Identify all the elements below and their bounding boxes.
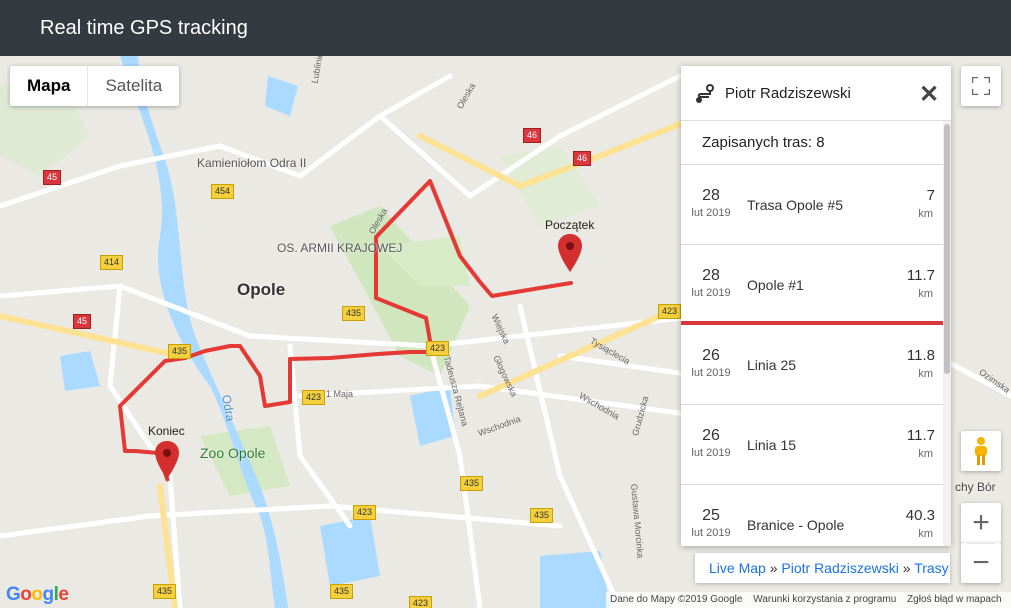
route-day: 28 (702, 187, 720, 204)
city-label: Opole (237, 280, 286, 299)
fullscreen-button[interactable] (961, 66, 1001, 106)
road-shield: 45 (43, 170, 62, 185)
saved-routes-count: Zapisanych tras: 8 (681, 121, 943, 165)
road-shield: 414 (100, 255, 124, 270)
map-data-credit: Dane do Mapy ©2019 Google (610, 594, 743, 605)
route-distance: 7 (926, 187, 935, 204)
street-view-button[interactable] (961, 431, 1001, 471)
route-month: lut 2019 (691, 527, 731, 539)
start-marker-icon[interactable] (558, 234, 582, 272)
app-title: Real time GPS tracking (40, 17, 248, 39)
panel-header: Piotr Radziszewski ✕ (681, 66, 951, 121)
road-shield: 423 (426, 341, 450, 356)
map-canvas[interactable]: Opole Kamieniołom Odra II OS. ARMII KRAJ… (0, 56, 1011, 608)
route-unit: km (918, 528, 933, 540)
road-shield: 435 (168, 344, 192, 359)
breadcrumb-routes[interactable]: Trasy (914, 560, 948, 576)
place-label-armia: OS. ARMII KRAJOWEJ (277, 241, 403, 255)
route-month: lut 2019 (691, 207, 731, 219)
zoom-out-button[interactable]: − (961, 543, 1001, 583)
road-shield: 423 (658, 304, 682, 319)
route-month: lut 2019 (691, 367, 731, 379)
route-distance: 11.8 (906, 347, 935, 364)
zoom-divider (967, 543, 995, 544)
route-panel: Piotr Radziszewski ✕ Zapisanych tras: 8 … (681, 66, 951, 546)
road-shield: 435 (342, 306, 366, 321)
route-unit: km (918, 288, 933, 300)
scrollbar-thumb[interactable] (944, 124, 950, 374)
route-day: 26 (702, 427, 720, 444)
route-name: Linia 25 (747, 357, 797, 373)
route-row[interactable]: 26 lut 2019 Linia 25 11.8 km (681, 325, 943, 405)
road-shield: 435 (153, 584, 177, 599)
place-label-chuchy: chy Bór (955, 480, 996, 494)
road-shield: 45 (73, 314, 92, 329)
road-shield: 454 (211, 184, 235, 199)
breadcrumb-user[interactable]: Piotr Radziszewski (781, 560, 898, 576)
route-name: Linia 15 (747, 437, 797, 453)
breadcrumb-live-map[interactable]: Live Map (709, 560, 766, 576)
route-list[interactable]: 28 lut 2019 Trasa Opole #5 7 km 28 lut 2019 Opo… (681, 165, 943, 546)
zoom-in-button[interactable]: + (961, 503, 1001, 543)
terms-link[interactable]: Warunki korzystania z programu (753, 594, 896, 605)
road-shield: 423 (409, 596, 433, 608)
route-month: lut 2019 (691, 287, 731, 299)
google-logo[interactable]: Google (6, 584, 69, 606)
route-unit: km (918, 208, 933, 220)
route-row[interactable]: 28 lut 2019 Opole #1 11.7 km (681, 245, 943, 325)
route-distance: 11.7 (906, 267, 935, 284)
route-day: 25 (702, 507, 720, 524)
breadcrumb-separator: » (769, 560, 778, 576)
end-label: Koniec (148, 424, 185, 438)
route-row[interactable]: 28 lut 2019 Trasa Opole #5 7 km (681, 165, 943, 245)
road-shield: 46 (523, 128, 542, 143)
place-label-zoo: Zoo Opole (200, 445, 266, 461)
route-row[interactable]: 26 lut 2019 Linia 15 11.7 km (681, 405, 943, 485)
report-error-link[interactable]: Zgłoś błąd w mapach (907, 594, 1002, 605)
road-shield: 46 (573, 151, 592, 166)
breadcrumb: Live Map » Piotr Radziszewski » Trasy (695, 553, 950, 583)
road-shield: 423 (353, 505, 377, 520)
route-month: lut 2019 (691, 447, 731, 459)
street-label-1maja: 1 Maja (326, 389, 354, 399)
route-distance: 40.3 (905, 507, 935, 524)
map-type-satellite-button[interactable]: Satelita (88, 66, 179, 106)
road-shield: 435 (460, 476, 484, 491)
end-marker-icon[interactable] (155, 441, 179, 479)
route-day: 26 (702, 347, 720, 364)
top-bar: Real time GPS tracking (0, 0, 1011, 56)
map-footer: Dane do Mapy ©2019 Google Warunki korzys… (606, 592, 1011, 608)
close-icon[interactable]: ✕ (919, 80, 939, 109)
fullscreen-icon (972, 77, 990, 95)
route-row[interactable]: 25 lut 2019 Branice - Opole 40.3 km (681, 485, 943, 546)
pegman-icon (975, 437, 987, 465)
panel-user-name: Piotr Radziszewski (725, 85, 851, 102)
route-distance: 11.7 (906, 427, 935, 444)
breadcrumb-separator: » (902, 560, 911, 576)
route-name: Branice - Opole (747, 517, 845, 533)
start-label: Początek (545, 218, 595, 232)
route-unit: km (918, 448, 933, 460)
route-day: 28 (702, 267, 720, 284)
road-shield: 435 (530, 508, 554, 523)
road-shield: 435 (330, 584, 354, 599)
route-name: Opole #1 (747, 277, 804, 293)
road-shield: 423 (302, 390, 326, 405)
place-label-quarry: Kamieniołom Odra II (197, 156, 307, 170)
map-type-map-button[interactable]: Mapa (10, 66, 89, 106)
route-unit: km (918, 368, 933, 380)
route-name: Trasa Opole #5 (747, 197, 843, 213)
route-icon (696, 84, 714, 103)
map-type-control: Mapa Satelita (10, 66, 180, 106)
